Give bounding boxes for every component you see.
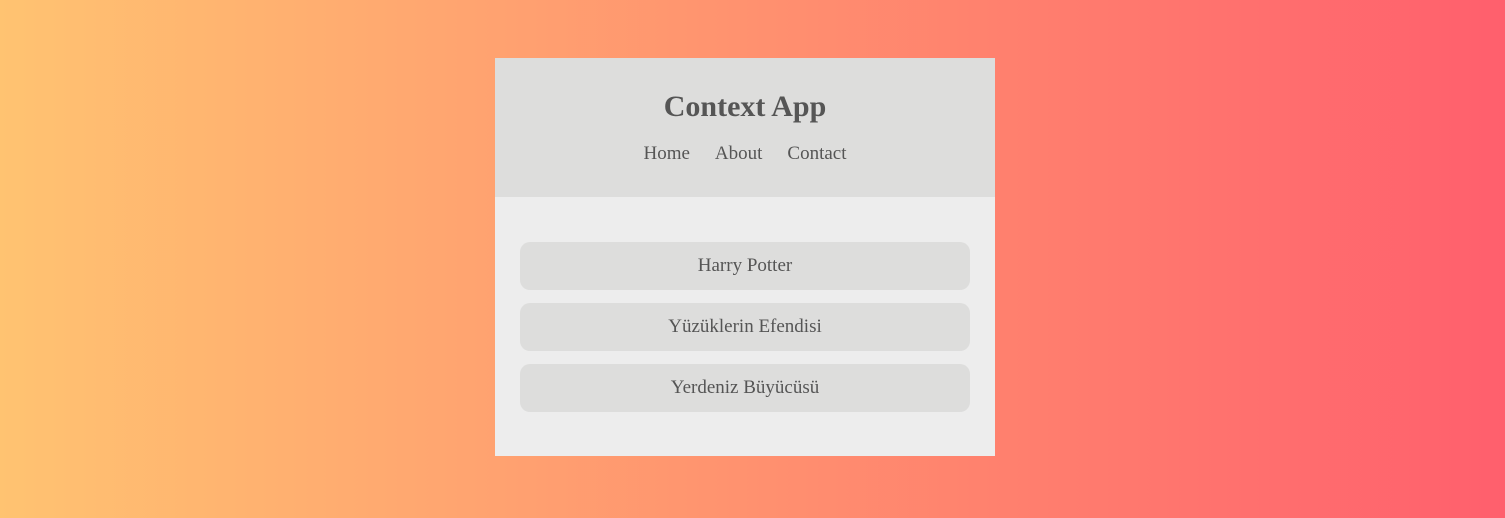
app-header: Context App Home About Contact xyxy=(495,58,995,197)
app-card: Context App Home About Contact Harry Pot… xyxy=(495,58,995,456)
main-nav: Home About Contact xyxy=(495,142,995,166)
nav-link-home[interactable]: Home xyxy=(643,142,689,166)
nav-link-contact[interactable]: Contact xyxy=(787,142,846,166)
book-item[interactable]: Harry Potter xyxy=(520,242,970,290)
book-item[interactable]: Yerdeniz Büyücüsü xyxy=(520,364,970,412)
book-list: Harry Potter Yüzüklerin Efendisi Yerdeni… xyxy=(495,197,995,412)
nav-link-about[interactable]: About xyxy=(715,142,763,166)
book-item[interactable]: Yüzüklerin Efendisi xyxy=(520,303,970,351)
page-title: Context App xyxy=(663,90,827,123)
